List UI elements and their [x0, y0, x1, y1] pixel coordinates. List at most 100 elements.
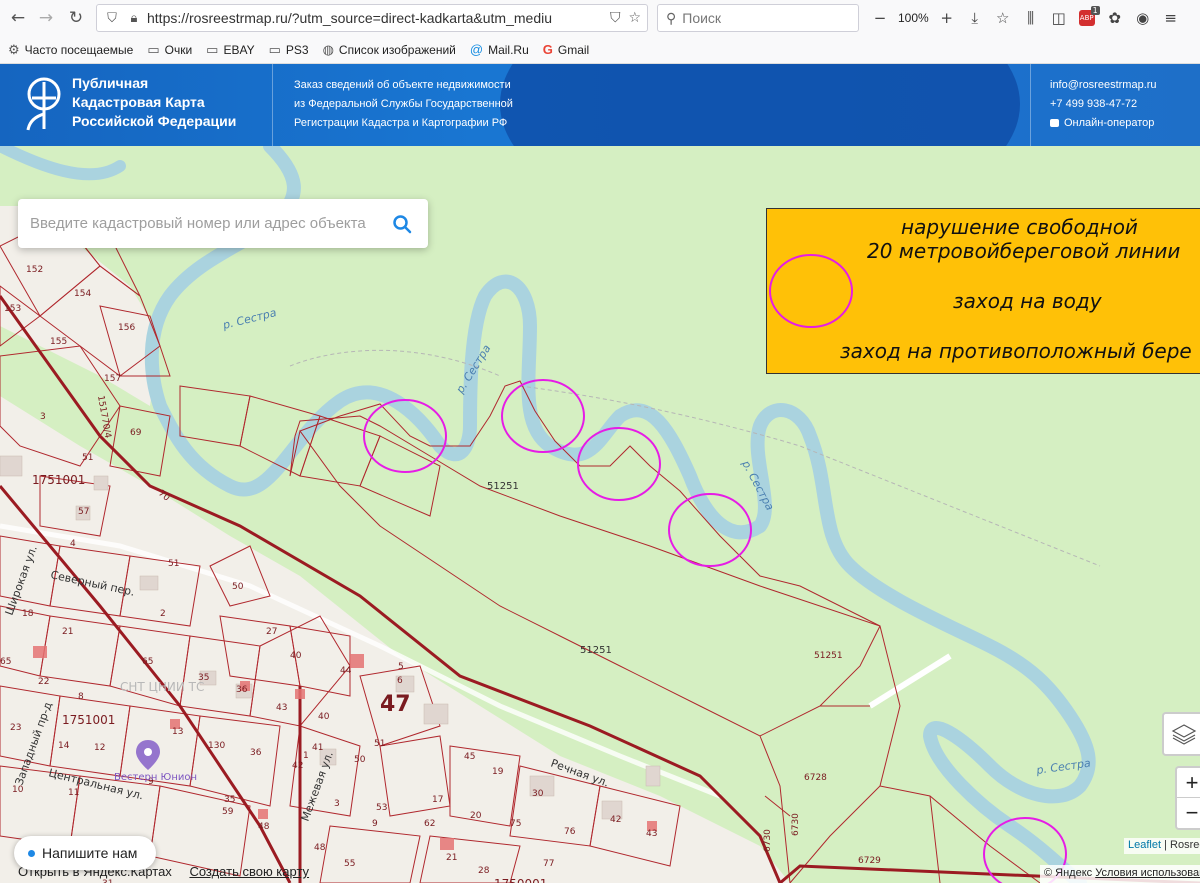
adblock-icon[interactable]: ABP 1: [1075, 6, 1100, 30]
zoom-control: + −: [1175, 766, 1200, 830]
svg-text:156: 156: [118, 323, 135, 333]
svg-text:3: 3: [40, 412, 46, 422]
svg-text:20: 20: [470, 811, 482, 821]
annotation-sample-circle: [769, 254, 853, 328]
search-button[interactable]: [388, 210, 416, 238]
library-icon[interactable]: ⫼: [1019, 6, 1043, 30]
svg-text:1751001: 1751001: [62, 713, 115, 727]
svg-text:40: 40: [290, 651, 302, 661]
map-zoom-out-button[interactable]: −: [1177, 798, 1200, 828]
back-arrow-icon[interactable]: ←: [4, 4, 32, 32]
svg-text:51: 51: [82, 453, 93, 463]
bookmark-image-list[interactable]: ◍ Список изображений: [323, 42, 456, 58]
svg-text:51: 51: [374, 739, 385, 749]
site-logo-icon[interactable]: [20, 74, 64, 134]
svg-text:1750001: 1750001: [494, 877, 547, 883]
svg-text:43: 43: [276, 703, 287, 713]
svg-text:31: 31: [102, 879, 113, 883]
gear-icon: ⚙: [8, 41, 20, 57]
library-star-icon[interactable]: ☆: [991, 6, 1015, 30]
svg-text:153: 153: [4, 304, 21, 314]
zoom-level[interactable]: 100%: [896, 11, 931, 25]
svg-text:50: 50: [232, 582, 244, 592]
map-search-box[interactable]: [18, 199, 428, 248]
svg-text:36: 36: [250, 748, 262, 758]
annotation-line-3: заход на воду: [953, 289, 1102, 313]
svg-text:48: 48: [258, 822, 270, 832]
bookmark-gmail[interactable]: G Gmail: [543, 42, 589, 57]
site-brand[interactable]: Публичная Кадастровая Карта Российской Ф…: [72, 74, 236, 131]
shield-icon[interactable]: ⛉: [103, 9, 121, 27]
svg-text:62: 62: [424, 819, 435, 829]
menu-icon[interactable]: ≡: [1159, 6, 1183, 30]
cadastral-map[interactable]: р. Сестра р. Сестра р. Сестра р. Сестра …: [0, 146, 1200, 883]
online-operator-link[interactable]: Онлайн-оператор: [1050, 114, 1157, 133]
create-map-link[interactable]: Создать свою карту: [189, 864, 309, 879]
bookmark-ps3[interactable]: ▭ PS3: [269, 42, 309, 58]
svg-text:42: 42: [292, 761, 303, 771]
annotation-line-1: нарушение свободной: [901, 215, 1138, 239]
forward-arrow-icon[interactable]: →: [32, 4, 60, 32]
reload-icon[interactable]: ↻: [62, 4, 90, 32]
annotation-line-2: 20 метровойбереговой линии: [867, 239, 1181, 263]
bookmark-ochki[interactable]: ▭ Очки: [147, 42, 192, 58]
svg-text:11: 11: [68, 788, 79, 798]
bookmark-mailru[interactable]: @ Mail.Ru: [470, 42, 529, 57]
download-icon[interactable]: ⤓: [963, 6, 987, 30]
svg-text:43: 43: [646, 829, 657, 839]
svg-text:19: 19: [492, 767, 504, 777]
svg-text:69: 69: [130, 428, 142, 438]
header-description: Заказ сведений об объекте недвижимости и…: [294, 79, 513, 129]
svg-text:6730: 6730: [791, 813, 801, 836]
chat-icon: [1050, 119, 1059, 128]
header-contacts: info@rosreestrmap.ru +7 499 938-47-72 Он…: [1050, 76, 1157, 133]
svg-text:50: 50: [354, 755, 366, 765]
url-text[interactable]: https://rosreestrmap.ru/?utm_source=dire…: [147, 10, 610, 26]
map-zoom-in-button[interactable]: +: [1177, 768, 1200, 798]
layers-button[interactable]: [1162, 712, 1200, 756]
write-us-button[interactable]: Напишите нам: [14, 836, 156, 870]
contact-email[interactable]: info@rosreestrmap.ru: [1050, 76, 1157, 95]
zoom-out-icon[interactable]: −: [868, 6, 892, 30]
lock-icon[interactable]: 🔒︎: [125, 9, 143, 27]
chat-dot-icon: [28, 849, 35, 857]
svg-text:3: 3: [334, 799, 340, 809]
bookmark-most-visited[interactable]: ⚙ Часто посещаемые: [8, 42, 133, 58]
contact-phone[interactable]: +7 499 938-47-72: [1050, 95, 1157, 114]
account-icon[interactable]: ◉: [1131, 6, 1155, 30]
svg-text:41: 41: [312, 743, 323, 753]
svg-text:5: 5: [398, 662, 404, 672]
browser-search-input[interactable]: ⚲ Поиск: [657, 4, 859, 32]
extension-icon[interactable]: ✿: [1103, 6, 1127, 30]
svg-text:14: 14: [58, 741, 70, 751]
zoom-in-icon[interactable]: +: [935, 6, 959, 30]
abp-badge: 1: [1090, 6, 1100, 15]
svg-text:152: 152: [26, 265, 43, 275]
cadastral-search-input[interactable]: [30, 215, 388, 232]
google-icon: G: [542, 42, 553, 57]
svg-text:23: 23: [10, 723, 21, 733]
leaflet-link[interactable]: Leaflet: [1128, 839, 1161, 851]
svg-text:6728: 6728: [804, 773, 827, 783]
sidebar-icon[interactable]: ◫: [1047, 6, 1071, 30]
svg-text:6729: 6729: [858, 856, 881, 866]
rosreestr-link[interactable]: Rosree: [1170, 839, 1200, 851]
svg-text:17: 17: [432, 795, 443, 805]
svg-text:6: 6: [397, 676, 403, 686]
url-bar[interactable]: ⛉ 🔒︎ https://rosreestrmap.ru/?utm_source…: [96, 4, 648, 32]
svg-text:21: 21: [446, 853, 457, 863]
bookmark-ebay[interactable]: ▭ EBAY: [206, 42, 254, 58]
svg-text:9: 9: [372, 819, 378, 829]
svg-text:1751001: 1751001: [32, 473, 85, 487]
svg-text:130: 130: [208, 741, 225, 751]
bookmark-star-icon[interactable]: ☆: [628, 10, 641, 26]
svg-text:8: 8: [78, 692, 84, 702]
svg-text:35: 35: [224, 795, 235, 805]
annotation-overlay: нарушение свободной 20 метровойбереговой…: [766, 208, 1200, 374]
terms-link[interactable]: Условия использован: [1095, 867, 1200, 879]
layers-icon: [1171, 724, 1197, 745]
folder-icon: ▭: [268, 41, 281, 57]
pocket-icon[interactable]: ⛉: [610, 10, 621, 26]
svg-text:27: 27: [266, 627, 277, 637]
browser-toolbar: ← → ↻ ⛉ 🔒︎ https://rosreestrmap.ru/?utm_…: [0, 0, 1200, 36]
